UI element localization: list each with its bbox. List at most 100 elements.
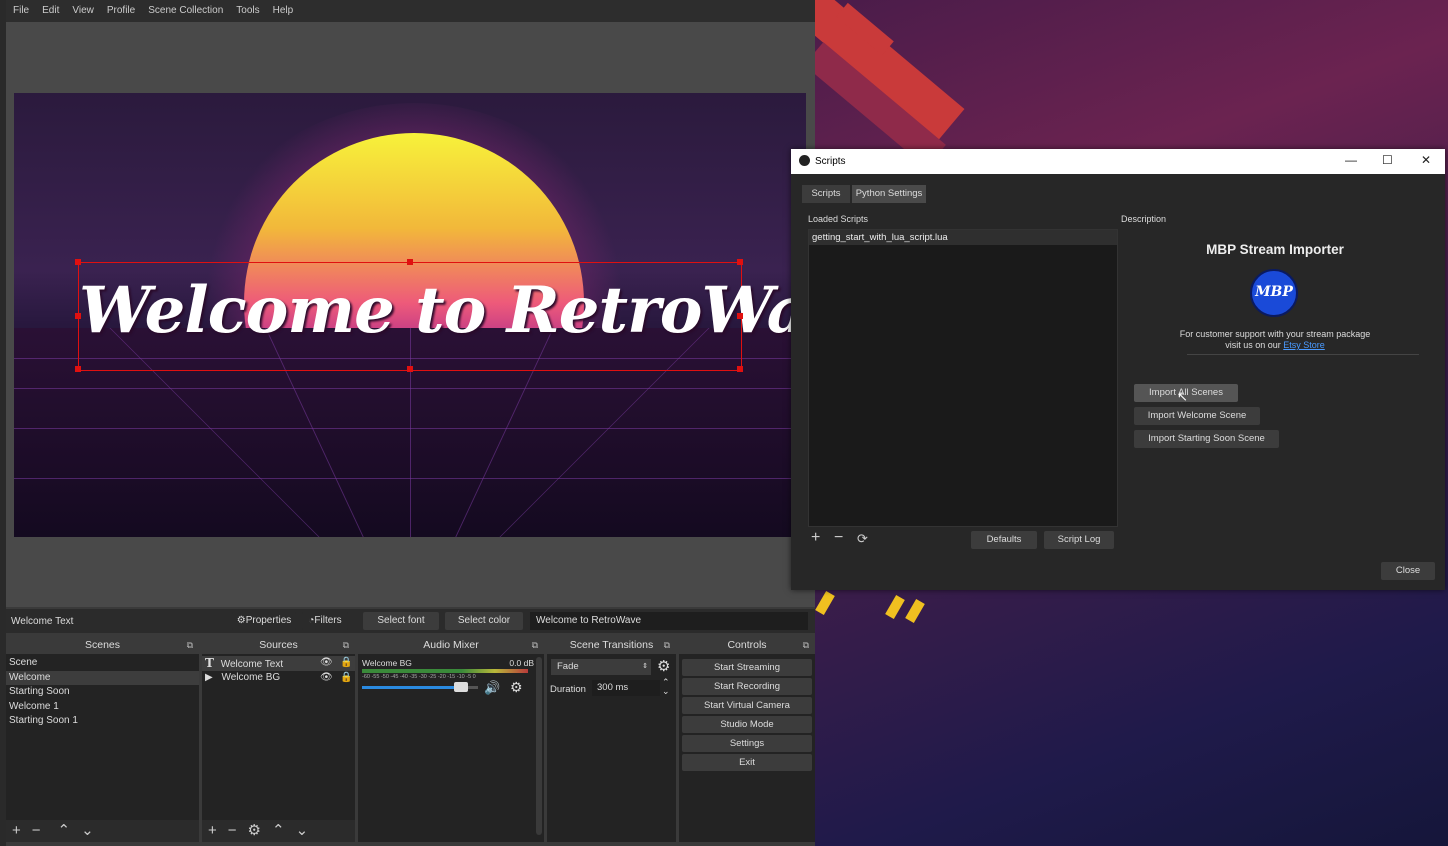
settings-button[interactable]: Settings xyxy=(682,735,812,752)
scripts-title: Scripts xyxy=(815,156,846,167)
source-item[interactable]: ▶ Welcome BG 👁 🔒 xyxy=(202,671,355,686)
scene-item[interactable]: Starting Soon 1 xyxy=(6,714,199,729)
popout-icon[interactable]: ⧉ xyxy=(343,637,349,654)
source-toolbar: Welcome Text ⚙Properties ◔Filters Select… xyxy=(6,609,815,633)
menu-file[interactable]: File xyxy=(13,5,29,16)
select-color-button[interactable]: Select color xyxy=(445,612,523,630)
audio-mixer-title: Audio Mixer xyxy=(423,639,479,651)
scene-item[interactable]: Scene xyxy=(6,656,199,671)
scenes-dock-header: Scenes ⧉ xyxy=(6,637,199,654)
resize-handle[interactable] xyxy=(737,313,743,319)
move-down-icon[interactable]: ⌄ xyxy=(81,823,94,838)
menu-profile[interactable]: Profile xyxy=(107,5,135,16)
menu-view[interactable]: View xyxy=(72,5,94,16)
duration-label: Duration xyxy=(550,684,586,695)
menu-scene-collection[interactable]: Scene Collection xyxy=(148,5,223,16)
mixer-channel: Welcome BG 0.0 dB -60 -55 -50 -45 -40 -3… xyxy=(358,654,544,714)
popout-icon[interactable]: ⧉ xyxy=(187,637,193,654)
filters-button[interactable]: ◔Filters xyxy=(302,612,348,630)
studio-mode-button[interactable]: Studio Mode xyxy=(682,716,812,733)
remove-icon[interactable]: − xyxy=(228,823,237,838)
play-icon: ▶ xyxy=(205,671,213,683)
resize-handle[interactable] xyxy=(75,313,81,319)
resize-handle[interactable] xyxy=(407,366,413,372)
select-font-button[interactable]: Select font xyxy=(363,612,439,630)
tab-python-settings[interactable]: Python Settings xyxy=(852,185,926,203)
start-virtual-camera-button[interactable]: Start Virtual Camera xyxy=(682,697,812,714)
lock-icon[interactable]: 🔒 xyxy=(340,656,352,671)
reload-icon[interactable]: ⟳ xyxy=(857,531,868,547)
move-up-icon[interactable]: ⌃ xyxy=(272,823,285,838)
resize-handle[interactable] xyxy=(737,366,743,372)
text-value-input[interactable]: Welcome to RetroWave xyxy=(530,612,808,630)
transition-select[interactable]: Fade ⇕ xyxy=(551,659,651,675)
popout-icon[interactable]: ⧉ xyxy=(532,637,538,654)
resize-handle[interactable] xyxy=(737,259,743,265)
import-starting-soon-scene-button[interactable]: Import Starting Soon Scene xyxy=(1134,430,1279,448)
volume-slider[interactable] xyxy=(362,682,478,692)
menu-tools[interactable]: Tools xyxy=(236,5,259,16)
scene-item[interactable]: Welcome 1 xyxy=(6,700,199,715)
resize-handle[interactable] xyxy=(407,259,413,265)
duration-input[interactable]: 300 ms xyxy=(592,680,660,696)
menu-help[interactable]: Help xyxy=(273,5,294,16)
list-item[interactable]: getting_start_with_lua_script.lua xyxy=(809,230,1117,245)
audio-mixer-header: Audio Mixer ⧉ xyxy=(358,637,544,654)
eye-icon[interactable]: 👁 xyxy=(320,671,333,686)
minimize-icon[interactable]: — xyxy=(1345,153,1357,167)
menu-edit[interactable]: Edit xyxy=(42,5,59,16)
close-icon[interactable]: ✕ xyxy=(1421,153,1431,167)
speaker-icon[interactable]: 🔊 xyxy=(484,680,500,696)
import-welcome-scene-button[interactable]: Import Welcome Scene xyxy=(1134,407,1260,425)
popout-icon[interactable]: ⧉ xyxy=(664,637,670,654)
gear-icon[interactable]: ⚙ xyxy=(248,823,261,838)
scenes-dock: Scenes ⧉ Scene Welcome Starting Soon Welc… xyxy=(6,637,199,842)
volume-fill xyxy=(362,686,461,689)
move-up-icon[interactable]: ⌃ xyxy=(58,823,71,838)
source-item[interactable]: T Welcome Text 👁 🔒 xyxy=(202,656,355,671)
popout-icon[interactable]: ⧉ xyxy=(803,637,809,654)
maximize-icon[interactable]: ☐ xyxy=(1382,153,1393,167)
defaults-button[interactable]: Defaults xyxy=(971,531,1037,549)
sources-list: T Welcome Text 👁 🔒 ▶ Welcome BG 👁 🔒 xyxy=(202,654,355,685)
etsy-store-link[interactable]: Etsy Store xyxy=(1283,340,1325,350)
scene-item[interactable]: Welcome xyxy=(6,670,199,685)
move-down-icon[interactable]: ⌄ xyxy=(296,823,309,838)
properties-button[interactable]: ⚙Properties xyxy=(232,612,296,630)
menu-bar: File Edit View Profile Scene Collection Tools… xyxy=(6,0,815,22)
remove-icon[interactable]: − xyxy=(32,823,41,838)
tab-scripts[interactable]: Scripts xyxy=(802,185,850,203)
controls-header: Controls ⧉ xyxy=(679,637,815,654)
script-log-button[interactable]: Script Log xyxy=(1044,531,1114,549)
resize-handle[interactable] xyxy=(75,259,81,265)
volume-knob[interactable] xyxy=(453,682,468,692)
filters-label: Filters xyxy=(314,615,342,626)
channel-level: 0.0 dB xyxy=(509,658,534,668)
add-icon[interactable]: + xyxy=(208,823,217,838)
eye-icon[interactable]: 👁 xyxy=(320,656,333,671)
gear-icon[interactable]: ⚙ xyxy=(657,657,670,675)
audio-mixer-dock: Audio Mixer ⧉ Welcome BG 0.0 dB -60 -55 -… xyxy=(358,637,544,842)
gear-icon[interactable]: ⚙ xyxy=(510,679,523,696)
mbp-logo: MBP xyxy=(1250,269,1298,317)
scene-item[interactable]: Starting Soon xyxy=(6,685,199,700)
scripts-titlebar: Scripts — ☐ ✕ xyxy=(791,149,1445,174)
close-button[interactable]: Close xyxy=(1381,562,1435,580)
sources-dock: Sources ⧉ T Welcome Text 👁 🔒 ▶ Welcome BG… xyxy=(202,637,355,842)
meter-scale: -60 -55 -50 -45 -40 -35 -30 -25 -20 -15 … xyxy=(362,674,476,680)
support-line-2: visit us on our xyxy=(1225,340,1281,350)
spin-buttons-icon[interactable]: ⌃ ⌄ xyxy=(662,678,670,696)
gear-icon: ⚙ xyxy=(236,615,246,626)
exit-button[interactable]: Exit xyxy=(682,754,812,771)
add-icon[interactable]: + xyxy=(12,823,21,838)
preview-canvas[interactable]: Welcome to RetroWave xyxy=(14,93,806,537)
add-icon[interactable]: + xyxy=(811,529,820,547)
mixer-scrollbar[interactable] xyxy=(536,657,542,835)
selected-source-bounds[interactable]: Welcome to RetroWave xyxy=(75,259,806,372)
remove-icon[interactable]: − xyxy=(834,529,843,547)
start-streaming-button[interactable]: Start Streaming xyxy=(682,659,812,676)
resize-handle[interactable] xyxy=(75,366,81,372)
lock-icon[interactable]: 🔒 xyxy=(340,671,352,686)
obs-logo-icon xyxy=(799,155,810,166)
start-recording-button[interactable]: Start Recording xyxy=(682,678,812,695)
